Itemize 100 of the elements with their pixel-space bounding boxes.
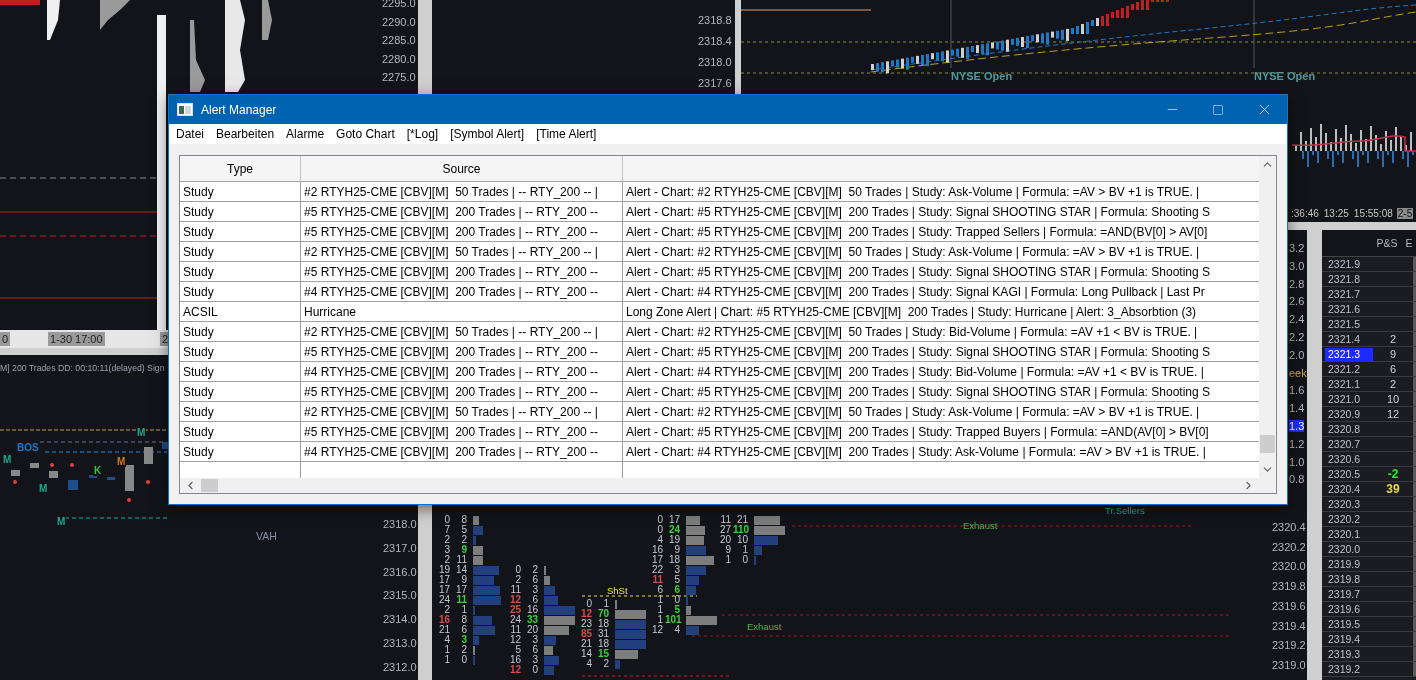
column-header[interactable] [623, 156, 1259, 182]
table-cell: Study [180, 362, 301, 382]
table-cell: Alert - Chart: #4 RTYH25-CME [CBV][M] 200 Trades | Study: Signal KAGI | Formula: Long Pullback | Last Pr [623, 282, 1259, 302]
table-cell: #4 RTYH25-CME [CBV][M] 200 Trades | -- RTY_200 -- [301, 282, 623, 302]
bid-volume: 17 [437, 575, 450, 585]
bid-volume: 7 [443, 525, 450, 535]
pull-stack-value: 2 [1389, 332, 1397, 346]
price-axis-label: 2319.8 [1272, 580, 1306, 593]
column-header: E [1404, 237, 1414, 249]
menu-item[interactable]: [Symbol Alert] [444, 125, 531, 143]
table-cell: #5 RTYH25-CME [CBV][M] 200 Trades | -- RTY_200 -- [301, 262, 623, 282]
price-cell-text: 2319.7 [1327, 587, 1362, 601]
menu-item[interactable]: Datei [170, 125, 210, 143]
ask-volume: 3 [673, 565, 680, 575]
bid-volume: 0 [514, 565, 521, 575]
bid-volume: 21 [579, 639, 592, 649]
volume-bar [686, 535, 705, 545]
table-cell: Study [180, 242, 301, 262]
price-axis-label: 2320.4 [1272, 521, 1306, 533]
bid-volume: 6 [656, 585, 663, 595]
ask-volume: 18 [596, 619, 609, 629]
bid-volume: 24 [508, 615, 521, 625]
price-axis-label: 2320.2 [1272, 540, 1306, 553]
price-axis-label: 2318.0 [698, 56, 732, 68]
ask-volume: 5 [673, 605, 680, 615]
signal-dot [146, 480, 150, 484]
bid-volume: 12 [508, 665, 521, 675]
horizontal-scrollbar[interactable] [180, 478, 1259, 493]
price-axis-label: 1.0 [1289, 455, 1305, 468]
table-cell: Alert - Chart: #2 RTYH25-CME [CBV][M] 50 Trades | Study: Ask-Volume | Formula: =AV > BV +1 is TRUE. | [623, 402, 1259, 422]
table-cell: Study [180, 322, 301, 342]
bid-volume: 0 [443, 515, 450, 525]
table-cell: Alert - Chart: #5 RTYH25-CME [CBV][M] 200 Trades | Study: Trapped Buyers | Formula: =AND(AV[0] > BV[0] [623, 422, 1259, 442]
column-header[interactable]: Source [301, 156, 623, 182]
bid-volume: 4 [656, 535, 663, 545]
price-cell-text: 2321.9 [1327, 257, 1362, 271]
ask-volume: 17 [667, 515, 680, 525]
bid-volume: 0 [585, 599, 592, 609]
scrollbar-thumb[interactable] [1260, 435, 1275, 453]
price-cell-text: 2321.2 [1327, 362, 1362, 376]
pull-stack-value: 10 [1386, 392, 1400, 406]
pull-stack-value: 39 [1386, 482, 1400, 496]
bid-volume: 5 [514, 645, 521, 655]
price-axis-label: 1.3 [1289, 420, 1305, 432]
bid-volume: 11 [651, 575, 663, 585]
ask-volume: 0 [460, 655, 467, 665]
table-cell: Alert - Chart: #5 RTYH25-CME [CBV][M] 200 Trades | Study: Signal SHOOTING STAR | Formula: Shooting S [623, 342, 1259, 362]
signal-label: M [116, 456, 127, 467]
volume-profile [47, 0, 60, 40]
table-cell: Study [180, 262, 301, 282]
price-axis-label: 2290.0 [382, 15, 416, 28]
signal-dot [70, 463, 74, 467]
candle [68, 480, 78, 490]
table-cell: Study [180, 182, 301, 202]
scrollbar-thumb[interactable] [201, 479, 218, 492]
signal-label: BOS [16, 442, 40, 453]
table-cell: #4 RTYH25-CME [CBV][M] 200 Trades | -- RTY_200 -- [301, 362, 623, 382]
menu-item[interactable]: [Time Alert] [530, 125, 603, 143]
price-cell-text: 2320.9 [1327, 407, 1362, 421]
price-cell-text: 2319.9 [1327, 557, 1362, 571]
table-cell: #5 RTYH25-CME [CBV][M] 200 Trades | -- RTY_200 -- [301, 382, 623, 402]
bid-volume: 11 [509, 625, 521, 635]
table-cell: Study [180, 202, 301, 222]
bid-volume: 25 [508, 605, 521, 615]
bid-volume: 20 [718, 535, 731, 545]
time-axis-label: 13:25 [1322, 208, 1350, 219]
ask-volume: 70 [596, 609, 609, 619]
volume-bar [686, 515, 700, 525]
volume-bar [615, 619, 646, 629]
price-axis-label: 2280.0 [382, 52, 416, 65]
volume-profile [262, 0, 272, 40]
bid-volume: 17 [437, 585, 450, 595]
table-cell: Study [180, 222, 301, 242]
price-cell-text: 2319.4 [1327, 632, 1362, 646]
table-cell: Alert - Chart: #5 RTYH25-CME [CBV][M] 200 Trades | Study: Signal SHOOTING STAR | Formula: Shooting S [623, 262, 1259, 282]
volume-bar [686, 555, 714, 565]
menu-item[interactable]: Goto Chart [330, 125, 401, 143]
vertical-scrollbar[interactable] [1259, 156, 1276, 478]
price-cell-text: 2320.4 [1327, 482, 1362, 496]
table-cell: Study [180, 282, 301, 302]
menu-item[interactable]: Bearbeiten [210, 125, 281, 143]
signal-label: M [136, 427, 147, 438]
maximize-icon[interactable] [1212, 103, 1224, 116]
menu-item[interactable]: Alarme [280, 125, 331, 143]
menu-item[interactable]: [*Log] [400, 125, 445, 143]
price-axis-label: 2319.0 [1272, 658, 1306, 671]
price-axis-label: 2319.2 [1272, 639, 1306, 652]
price-axis-label: 2.0 [1289, 348, 1305, 361]
bid-volume: 2 [443, 535, 450, 545]
table-cell: Hurricane [301, 302, 623, 322]
table-cell: #5 RTYH25-CME [CBV][M] 200 Trades | -- RTY_200 -- [301, 202, 623, 222]
price-cell: 2321.3 [1325, 347, 1373, 361]
ask-volume: 6 [460, 625, 467, 635]
ask-volume: 8 [460, 615, 467, 625]
column-header[interactable]: Type [180, 156, 301, 182]
price-axis-label: 2315.0 [383, 589, 417, 602]
bid-volume: 23 [579, 619, 592, 629]
table-cell: Study [180, 402, 301, 422]
ask-volume: 33 [525, 615, 538, 625]
price-axis-label: 2.2 [1289, 331, 1305, 343]
